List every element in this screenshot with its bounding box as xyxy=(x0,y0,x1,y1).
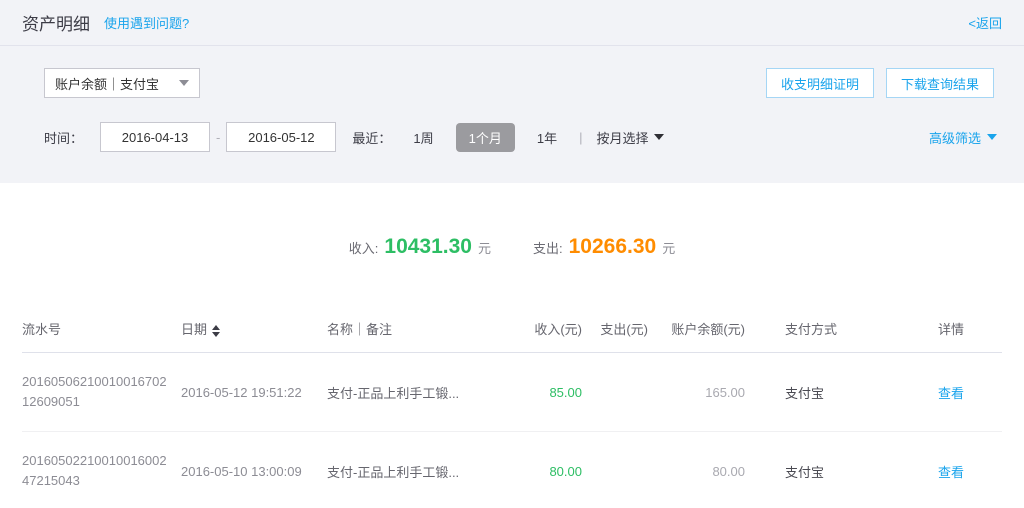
chevron-down-icon xyxy=(179,80,189,86)
account-select-value: 账户余额｜支付宝 xyxy=(55,74,159,93)
cell-income: 80.00 xyxy=(525,432,582,508)
cell-name: 支付-正品上利手工锻... xyxy=(327,432,525,508)
cell-detail: 查看 xyxy=(905,353,1002,432)
recent-label: 最近： xyxy=(352,128,391,147)
filter-section: 资产明细 使用遇到问题? <返回 账户余额｜支付宝 收支明细证明 下载查询结果 … xyxy=(0,0,1024,183)
chevron-down-icon xyxy=(654,134,664,140)
range-1year[interactable]: 1年 xyxy=(529,123,565,152)
cell-date: 2016-05-10 13:00:09 xyxy=(181,432,327,508)
page-title: 资产明细 xyxy=(22,10,90,35)
table-row: 2016050221001001600247215043 2016-05-10 … xyxy=(22,432,1002,508)
transactions-table: 流水号 日期 名称｜备注 收入(元) 支出(元) 账户余额(元) 支付方式 详情… xyxy=(0,311,1024,508)
page-header: 资产明细 使用遇到问题? <返回 xyxy=(0,0,1024,46)
cell-name: 支付-正品上利手工锻... xyxy=(327,353,525,432)
col-method: 支付方式 xyxy=(745,311,905,353)
receipt-proof-button[interactable]: 收支明细证明 xyxy=(766,68,874,98)
cell-date: 2016-05-12 19:51:22 xyxy=(181,353,327,432)
back-link[interactable]: <返回 xyxy=(968,13,1002,32)
view-detail-link[interactable]: 查看 xyxy=(938,465,964,480)
chevron-down-icon xyxy=(987,134,997,140)
view-detail-link[interactable]: 查看 xyxy=(938,386,964,401)
income-label: 收入: xyxy=(349,238,379,257)
range-1month[interactable]: 1个月 xyxy=(456,123,515,152)
col-date-label: 日期 xyxy=(181,322,207,337)
sort-icon[interactable] xyxy=(212,325,220,337)
col-detail: 详情 xyxy=(905,311,1002,353)
income-value: 10431.30 xyxy=(384,235,472,259)
col-expense: 支出(元) xyxy=(582,311,648,353)
table-header-row: 流水号 日期 名称｜备注 收入(元) 支出(元) 账户余额(元) 支付方式 详情 xyxy=(22,311,1002,353)
date-from-input[interactable] xyxy=(100,122,210,152)
cell-method: 支付宝 xyxy=(745,353,905,432)
date-separator: - xyxy=(216,130,220,145)
time-filter-row: 时间： - 最近： 1周 1个月 1年 | 按月选择 高级筛选 xyxy=(0,122,1024,152)
account-filter-row: 账户余额｜支付宝 收支明细证明 下载查询结果 xyxy=(0,68,1024,98)
account-select[interactable]: 账户余额｜支付宝 xyxy=(44,68,200,98)
cell-serial: 2016050221001001600247215043 xyxy=(22,432,181,508)
range-1week[interactable]: 1周 xyxy=(405,123,441,152)
cell-expense xyxy=(582,353,648,432)
col-serial: 流水号 xyxy=(22,311,181,353)
expense-value: 10266.30 xyxy=(569,235,657,259)
cell-expense xyxy=(582,432,648,508)
col-name: 名称｜备注 xyxy=(327,311,525,353)
date-to-input[interactable] xyxy=(226,122,336,152)
expense-unit: 元 xyxy=(662,238,675,257)
cell-method: 支付宝 xyxy=(745,432,905,508)
help-link[interactable]: 使用遇到问题? xyxy=(104,13,189,32)
advanced-filter-label: 高级筛选 xyxy=(929,128,981,147)
totals-summary: 收入: 10431.30 元 支出: 10266.30 元 xyxy=(0,235,1024,259)
table-row: 2016050621001001670212609051 2016-05-12 … xyxy=(22,353,1002,432)
income-unit: 元 xyxy=(478,238,491,257)
col-balance: 账户余额(元) xyxy=(648,311,745,353)
income-total: 收入: 10431.30 元 xyxy=(349,235,491,259)
expense-total: 支出: 10266.30 元 xyxy=(533,235,675,259)
download-results-button[interactable]: 下载查询结果 xyxy=(886,68,994,98)
month-select-label: 按月选择 xyxy=(596,128,648,147)
cell-income: 85.00 xyxy=(525,353,582,432)
expense-label: 支出: xyxy=(533,238,563,257)
time-label: 时间： xyxy=(44,128,83,147)
header-buttons: 收支明细证明 下载查询结果 xyxy=(766,68,994,98)
col-income: 收入(元) xyxy=(525,311,582,353)
range-divider: | xyxy=(579,130,582,145)
cell-balance: 80.00 xyxy=(648,432,745,508)
cell-serial: 2016050621001001670212609051 xyxy=(22,353,181,432)
cell-balance: 165.00 xyxy=(648,353,745,432)
col-date: 日期 xyxy=(181,311,327,353)
advanced-filter-toggle[interactable]: 高级筛选 xyxy=(929,128,997,147)
cell-detail: 查看 xyxy=(905,432,1002,508)
month-select-dropdown[interactable]: 按月选择 xyxy=(596,128,664,147)
